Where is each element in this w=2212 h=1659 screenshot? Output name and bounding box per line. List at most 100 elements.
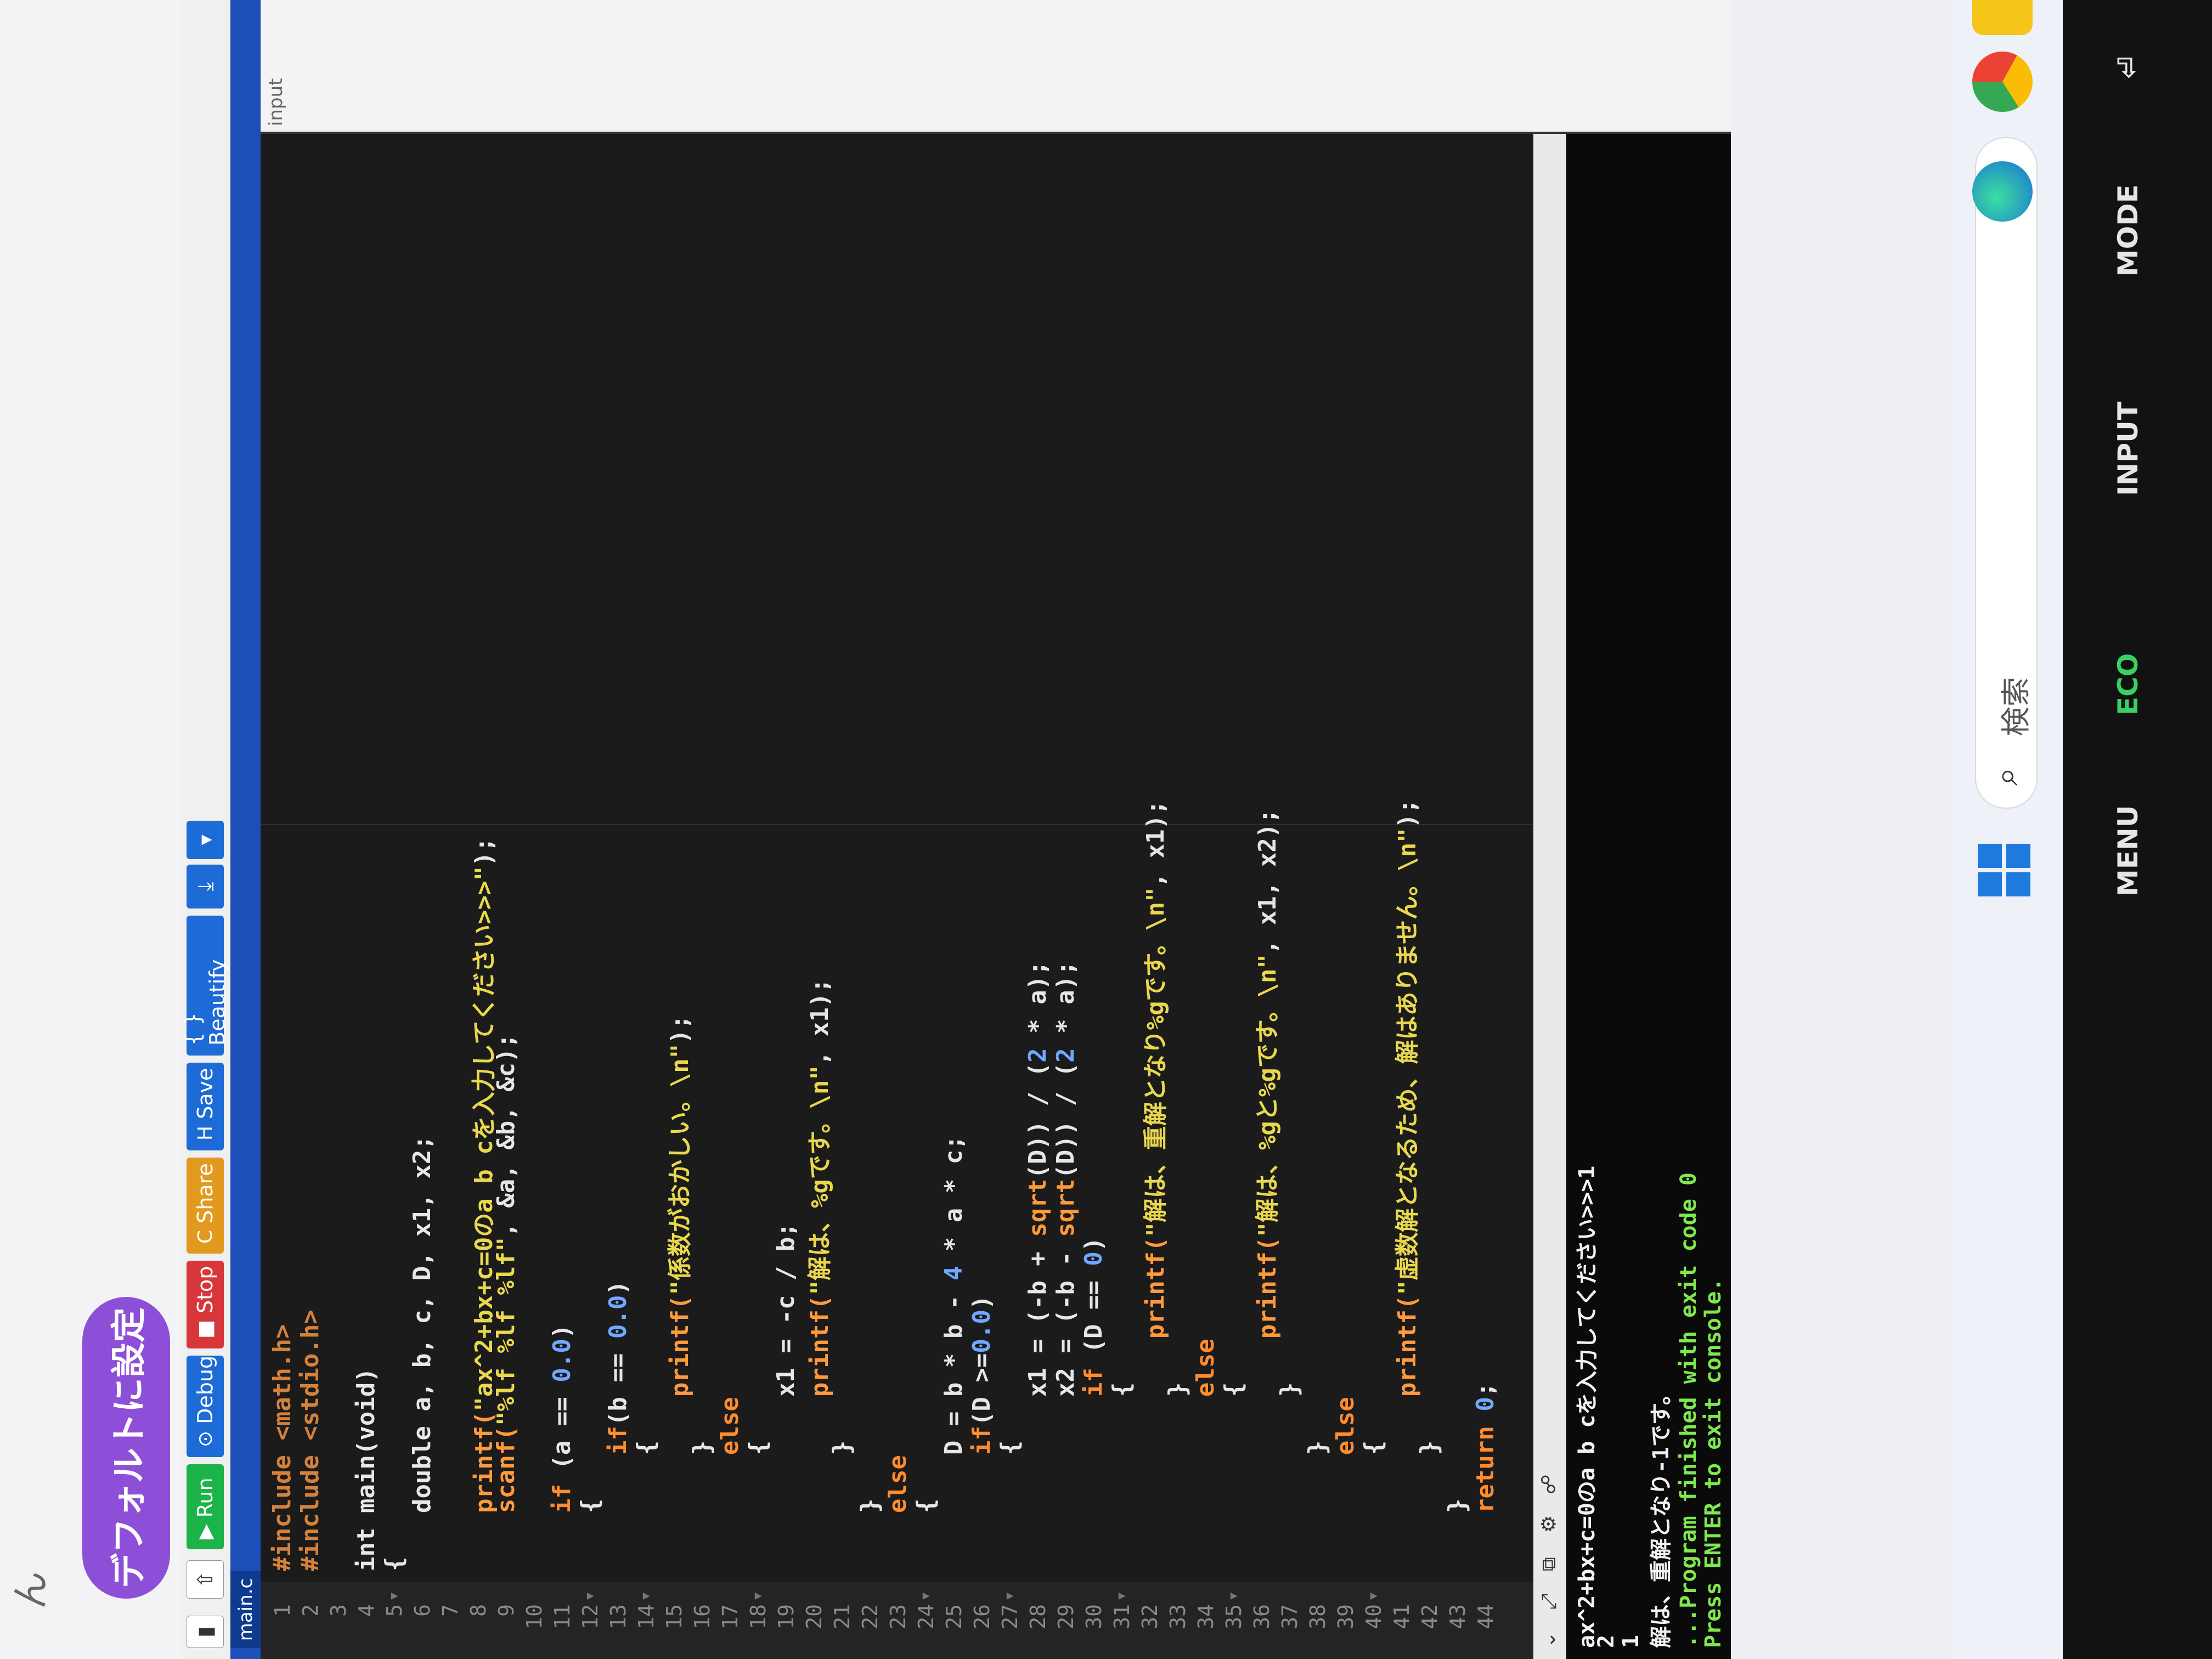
share-icon: C (194, 1229, 217, 1244)
save-button[interactable]: H Save (187, 1063, 224, 1150)
code-token: else (1331, 1397, 1359, 1571)
taskbar-search[interactable]: ⌕ 検索 (1975, 137, 2038, 809)
beautify-label: { } Beautify (181, 959, 229, 1046)
code-token: , &a, &b, &c); (492, 1033, 520, 1237)
line-number: 5 (382, 1604, 407, 1617)
collapse-icon[interactable]: ⌄ (1538, 1632, 1560, 1648)
line-number: 20 (802, 1604, 826, 1629)
fold-toggle-icon[interactable]: ▾ (1225, 1593, 1242, 1600)
input-panel[interactable]: input (261, 0, 1731, 134)
chrome-browser-icon[interactable] (1972, 52, 2033, 112)
code-token: } (1443, 1498, 1471, 1571)
code-token: { (576, 1498, 604, 1571)
line-number: 41 (1390, 1604, 1414, 1629)
tab-main-c[interactable]: main.c (230, 1571, 261, 1648)
fold-toggle-icon[interactable]: ▾ (637, 1593, 654, 1600)
code-token: else (884, 1455, 912, 1571)
code-token: * a * c; (940, 1135, 968, 1266)
fold-toggle-icon[interactable]: ▾ (386, 1593, 402, 1600)
share-button[interactable]: C Share (187, 1158, 224, 1254)
fold-toggle-icon[interactable]: ▾ (1365, 1593, 1381, 1600)
code-editor[interactable]: 1 #include <math.h> 2 #include <stdio.h> 3 4 i… (261, 134, 1533, 1659)
code-token: ) (1080, 1237, 1108, 1252)
upload-button[interactable]: ⇧ (187, 1560, 224, 1599)
fold-toggle-icon[interactable]: ▾ (749, 1593, 766, 1600)
code-token: "解は、%gと%gです。\n" (1254, 954, 1282, 1237)
console-line: ax^2+bx+c=0のa b cを入力してください>>>1 (1575, 1165, 1600, 1648)
code-line: if (D == 0) (1080, 1237, 1108, 1571)
code-token: 0 (1080, 1251, 1108, 1266)
line-number: 27 (998, 1604, 1022, 1629)
code-line: } (1443, 1499, 1471, 1571)
code-token: { (632, 1440, 660, 1571)
code-token: ); (470, 837, 498, 866)
code-line: else (1192, 1339, 1220, 1571)
top-glyph: ん (8, 1571, 53, 1610)
line-number: 4 (354, 1604, 379, 1617)
console-toolbar: ⌄ ⤢ ⧉ ⚙ ☍ (1533, 134, 1566, 1659)
code-token: } (856, 1498, 884, 1571)
code-token: double a, b, c, D, x1, x2; (408, 1135, 436, 1571)
code-token: scanf( (492, 1426, 520, 1571)
line-number: 37 (1278, 1604, 1302, 1629)
code-line: } (1164, 1383, 1192, 1571)
windows-start-icon[interactable] (1978, 842, 2033, 896)
code-line: { (996, 1441, 1024, 1571)
fold-toggle-icon[interactable]: ▾ (582, 1593, 598, 1600)
run-button[interactable]: ▶ Run (187, 1464, 224, 1549)
debug-bug-icon[interactable]: ☍ (1538, 1475, 1560, 1494)
console-line: 1 (1618, 1634, 1644, 1648)
debug-icon: ⊙ (194, 1430, 217, 1447)
console-status-line: ...Program finished with exit code 0 (1676, 1172, 1701, 1648)
line-number: 14 (634, 1604, 658, 1629)
code-line: { (576, 1499, 604, 1571)
toolbar: ▮ ⇧ ▶ Run ⊙ Debug ■ Stop C Share H Save { } B… (181, 0, 231, 1659)
chevron-down-icon: ▾ (193, 834, 217, 845)
expand-icon[interactable]: ⤢ (1538, 1594, 1561, 1610)
line-number: 18 (746, 1604, 770, 1629)
code-line: else (716, 1397, 744, 1571)
line-number: 44 (1474, 1604, 1498, 1629)
code-token: if (1080, 1368, 1108, 1571)
line-number: 15 (662, 1604, 686, 1629)
line-number: 24 (914, 1604, 938, 1629)
code-token: x1 = (-b + (1024, 1237, 1052, 1571)
fold-toggle-icon[interactable]: ▾ (917, 1593, 934, 1600)
file-explorer-icon[interactable] (1972, 0, 2033, 35)
line-number: 34 (1194, 1604, 1218, 1629)
code-line: { (1359, 1441, 1387, 1571)
output-console[interactable]: ax^2+bx+c=0のa b cを入力してください>>>1 2 1 解は、重解… (1566, 134, 1731, 1659)
code-token: * a); (1052, 961, 1080, 1048)
code-line: { (744, 1441, 772, 1571)
debug-button[interactable]: ⊙ Debug (187, 1356, 224, 1457)
code-token: else (716, 1397, 744, 1571)
code-line: if(D >=0.0) (968, 1295, 996, 1571)
input-label: input (265, 78, 287, 126)
line-number: 2 (298, 1604, 323, 1617)
code-token: { (1359, 1440, 1387, 1571)
line-number: 39 (1334, 1604, 1358, 1629)
set-default-button[interactable]: デフォルトに設定 (82, 1297, 170, 1599)
copy-icon[interactable]: ⧉ (1538, 1557, 1561, 1571)
edge-browser-icon[interactable] (1972, 161, 2033, 222)
run-label: Run (193, 1477, 217, 1518)
code-token: return (1471, 1411, 1499, 1571)
line-number: 36 (1250, 1604, 1274, 1629)
beautify-button[interactable]: { } Beautify (181, 916, 229, 1056)
code-line: else (884, 1455, 912, 1571)
line-number: 8 (466, 1604, 490, 1617)
code-token: ; (1471, 1382, 1499, 1397)
new-file-button[interactable]: ▮ (187, 1616, 224, 1648)
settings-icon[interactable]: ⚙ (1538, 1515, 1560, 1533)
language-dropdown[interactable]: ▾ (187, 821, 224, 859)
code-token: (b == (604, 1339, 632, 1426)
code-line: scanf("%lf %lf %lf", &a, &b, &c); (492, 1034, 520, 1571)
code-token: sqrt (1024, 1178, 1052, 1237)
fold-toggle-icon[interactable]: ▾ (1113, 1593, 1130, 1600)
download-button[interactable]: ⤓ (187, 865, 224, 909)
stop-label: Stop (193, 1266, 217, 1313)
fold-toggle-icon[interactable]: ▾ (1001, 1593, 1018, 1600)
line-number: 25 (942, 1604, 966, 1629)
stop-button[interactable]: ■ Stop (187, 1261, 224, 1348)
console-line: 2 (1594, 1634, 1619, 1648)
